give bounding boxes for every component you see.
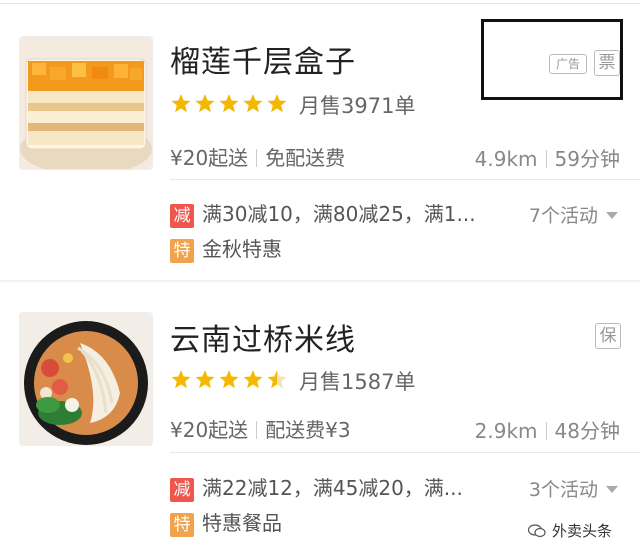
eta: 59分钟 [554,147,620,171]
promo-text: 满30减10，满80减25，满1... [202,202,476,226]
rating-stars [170,92,290,118]
min-order: ¥20起送 [170,418,249,442]
reduce-tag: 减 [170,478,194,502]
eta: 48分钟 [554,419,620,443]
promo-text: 特惠餐品 [202,511,282,535]
distance-eta: 2.9km 48分钟 [475,415,620,444]
min-order: ¥20起送 [170,146,249,170]
watermark-text: 外卖头条 [552,522,613,540]
special-tag: 特 [170,513,194,537]
rating-stars [170,368,290,394]
delivery-info: ¥20起送 配送费¥3 [170,414,351,443]
highlight-box [481,19,623,100]
activity-toggle[interactable]: 7个活动 [529,201,618,228]
shop-name: 榴莲千层盒子 [170,45,356,80]
star-icon [267,94,287,113]
activity-toggle[interactable]: 3个活动 [529,475,618,502]
monthly-sales: 月售1587单 [299,370,416,394]
star-icon [243,94,263,113]
star-icon [195,370,215,389]
shop-name: 云南过桥米线 [170,323,356,358]
distance: 4.9km [474,147,538,171]
separator [256,421,258,439]
shop-card[interactable]: 云南过桥米线 保 月售1587单 ¥20起送配送费¥3 2.9km 48分钟 [0,282,640,559]
activity-count: 7个活动 [528,205,598,227]
promo-reduce: 减满22减12，满45减20，满... [170,472,463,502]
promo-special: 特特惠餐品 [170,507,282,537]
card-divider [170,179,640,180]
delivery-fee: 配送费¥3 [265,418,351,442]
monthly-sales: 月售3971单 [299,94,416,118]
promo-text: 金秋特惠 [202,237,282,261]
shop-thumbnail [19,312,153,446]
star-icon [195,94,215,113]
half-star-icon [267,370,287,389]
separator [545,422,547,440]
reduce-tag: 减 [170,204,194,228]
watermark: 外卖头条 [527,520,613,541]
star-icon [219,370,239,389]
promo-reduce: 减满30减10，满80减25，满1... [170,198,476,228]
card-divider [170,452,640,453]
star-icon [243,370,263,389]
activity-count: 3个活动 [528,479,598,501]
star-icon [219,94,239,113]
chevron-down-icon [606,212,618,219]
promo-special: 特金秋特惠 [170,233,282,263]
delivery-fee: 免配送费 [265,146,346,170]
distance-eta: 4.9km 59分钟 [475,143,620,172]
separator [256,149,258,167]
star-icon [171,370,191,389]
separator [545,150,547,168]
promo-text: 满22减12，满45减20，满... [202,476,463,500]
chevron-down-icon [606,486,618,493]
special-tag: 特 [170,239,194,263]
delivery-info: ¥20起送 免配送费 [170,142,345,171]
star-icon [171,94,191,113]
distance: 2.9km [474,419,538,443]
wechat-icon [527,524,546,538]
shop-thumbnail [19,36,153,170]
guarantee-badge: 保 [595,323,621,349]
